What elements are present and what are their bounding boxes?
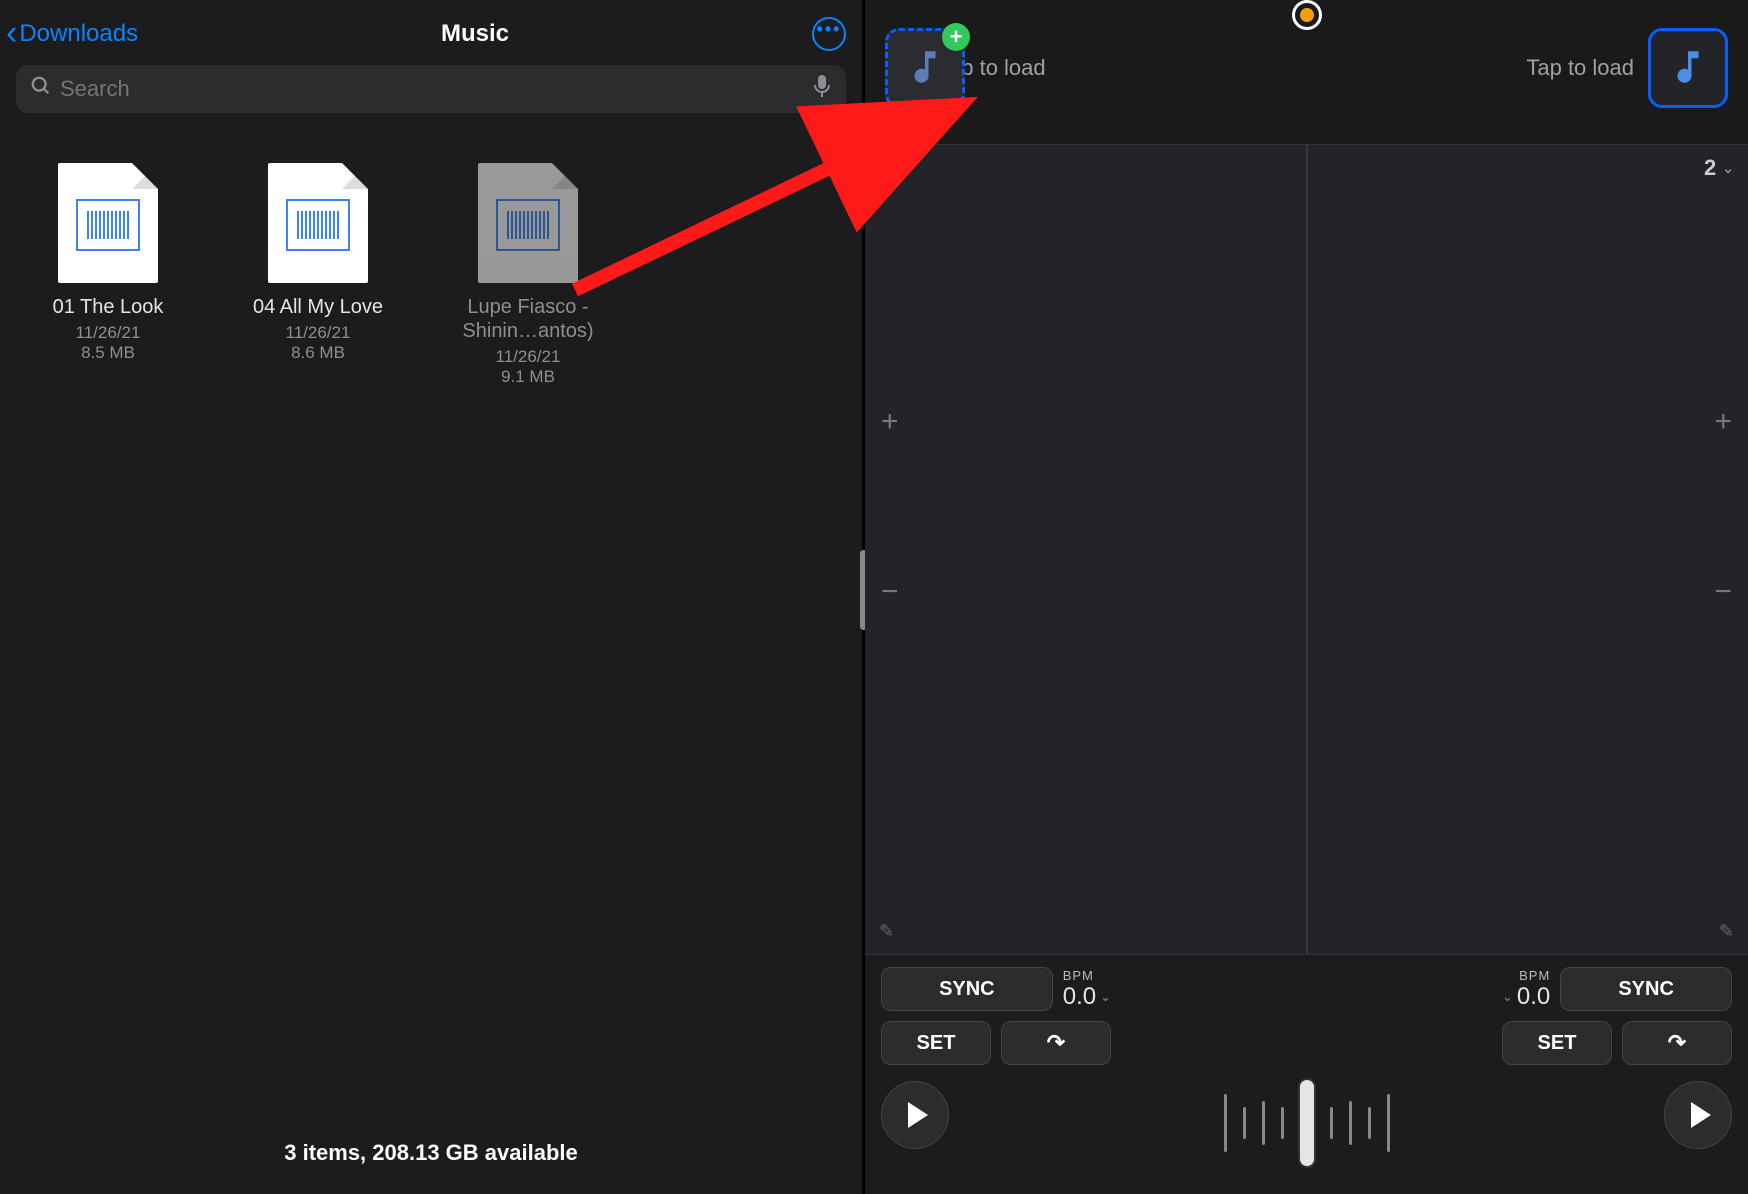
record-indicator-icon[interactable] — [1292, 0, 1322, 30]
zoom-in-icon[interactable]: + — [865, 405, 915, 439]
deck-a-load-button[interactable]: + — [885, 28, 965, 108]
audio-file-icon — [58, 163, 158, 283]
search-wrap — [0, 59, 862, 129]
sync-button[interactable]: SYNC — [1560, 967, 1732, 1011]
crossfader-tick — [1224, 1094, 1227, 1152]
chevron-down-icon: ⌄ — [897, 160, 909, 177]
bpm-value: 0.0 — [1517, 983, 1550, 1011]
sync-button[interactable]: SYNC — [881, 967, 1053, 1011]
files-pane: ‹ Downloads Music ••• 01 The Look 11/2 — [0, 0, 865, 1194]
deck-b-controls: BPM ⌄0.0 SYNC SET ↷ — [1502, 967, 1732, 1178]
crossfader-tick — [1387, 1094, 1390, 1152]
zoom-in-icon[interactable]: + — [1698, 405, 1748, 439]
redo-icon: ↷ — [1047, 1030, 1065, 1056]
file-date: 11/26/21 — [286, 323, 351, 343]
file-item[interactable]: 04 All My Love 11/26/21 8.6 MB — [228, 163, 408, 363]
ellipsis-icon: ••• — [817, 19, 842, 40]
tap-to-load-label: Tap to load — [1526, 55, 1634, 81]
chevron-down-icon: ⌄ — [1722, 160, 1734, 177]
crossfader-tick — [1243, 1107, 1246, 1139]
bpm-display[interactable]: BPM 0.0⌄ — [1063, 968, 1111, 1011]
redo-icon: ↷ — [1668, 1030, 1686, 1056]
set-cue-button[interactable]: SET — [1502, 1021, 1612, 1065]
deck-area: 1 ⌄ + − ✎ 2 ⌄ + − ✎ — [865, 144, 1748, 954]
microphone-icon[interactable] — [812, 74, 832, 104]
play-icon — [1691, 1102, 1711, 1128]
crossfader-tick — [1368, 1107, 1371, 1139]
edit-icon[interactable]: ✎ — [1705, 921, 1748, 942]
crossfader-tick — [1262, 1101, 1265, 1145]
chevron-left-icon: ‹ — [6, 14, 17, 53]
deck-b-load-button[interactable] — [1648, 28, 1728, 108]
audio-file-icon — [268, 163, 368, 283]
file-name: Lupe Fiasco - Shinin…antos) — [438, 295, 618, 343]
crossfader[interactable] — [1224, 1080, 1390, 1166]
dj-pane: + ap to load Tap to load 1 ⌄ + — [865, 0, 1748, 1194]
search-field[interactable] — [16, 65, 846, 113]
file-name: 04 All My Love — [253, 295, 383, 319]
loop-button[interactable]: ↷ — [1001, 1021, 1111, 1065]
play-button[interactable] — [881, 1081, 949, 1149]
chevron-down-icon: ⌄ — [1100, 989, 1111, 1005]
file-date: 11/26/21 — [76, 323, 141, 343]
deck-b-load-area: Tap to load — [1526, 28, 1728, 108]
chevron-down-icon: ⌄ — [1502, 989, 1513, 1005]
search-icon — [30, 75, 52, 103]
set-cue-button[interactable]: SET — [881, 1021, 991, 1065]
deck-b-header[interactable]: 2 ⌄ — [1308, 145, 1748, 191]
deck-a-load-area: + ap to load — [885, 28, 1046, 108]
file-date: 11/26/21 — [496, 347, 561, 367]
deck-a-controls: SYNC BPM 0.0⌄ SET ↷ — [881, 967, 1111, 1178]
back-label: Downloads — [19, 20, 138, 48]
more-options-button[interactable]: ••• — [812, 17, 846, 51]
file-size: 8.5 MB — [81, 343, 135, 363]
file-name: 01 The Look — [53, 295, 164, 319]
deck-a-header[interactable]: 1 ⌄ — [865, 145, 1306, 191]
file-size: 8.6 MB — [291, 343, 345, 363]
bpm-display[interactable]: BPM ⌄0.0 — [1502, 968, 1550, 1011]
search-input[interactable] — [60, 76, 812, 102]
file-item[interactable]: 01 The Look 11/26/21 8.5 MB — [18, 163, 198, 363]
file-grid: 01 The Look 11/26/21 8.5 MB 04 All My Lo… — [0, 129, 862, 421]
loop-button[interactable]: ↷ — [1622, 1021, 1732, 1065]
files-header: ‹ Downloads Music ••• — [0, 0, 862, 59]
zoom-out-icon[interactable]: − — [1698, 575, 1748, 609]
deck-number: 2 — [1704, 155, 1716, 181]
dj-top-bar: + ap to load Tap to load — [865, 0, 1748, 144]
play-button[interactable] — [1664, 1081, 1732, 1149]
files-status-footer: 3 items, 208.13 GB available — [0, 1140, 862, 1166]
crossfader-tick — [1330, 1107, 1333, 1139]
music-note-icon — [904, 46, 946, 91]
crossfader-tick — [1349, 1101, 1352, 1145]
zoom-out-icon[interactable]: − — [865, 575, 915, 609]
bpm-value: 0.0 — [1063, 983, 1096, 1011]
crossfader-thumb[interactable] — [1300, 1080, 1314, 1166]
audio-file-icon — [478, 163, 578, 283]
deck-a[interactable]: 1 ⌄ + − ✎ — [865, 145, 1306, 954]
deck-number: 1 — [879, 155, 891, 181]
file-size: 9.1 MB — [501, 367, 555, 387]
plus-badge-icon: + — [942, 23, 970, 51]
folder-title: Music — [138, 20, 812, 48]
file-item-dragging[interactable]: Lupe Fiasco - Shinin…antos) 11/26/21 9.1… — [438, 163, 618, 387]
play-icon — [908, 1102, 928, 1128]
crossfader-tick — [1281, 1107, 1284, 1139]
dj-controls: SYNC BPM 0.0⌄ SET ↷ BPM ⌄0.0 — [865, 954, 1748, 1194]
back-button[interactable]: ‹ Downloads — [6, 14, 138, 53]
edit-icon[interactable]: ✎ — [865, 921, 908, 942]
bpm-label: BPM — [1063, 968, 1094, 983]
music-note-icon — [1667, 46, 1709, 91]
bpm-label: BPM — [1519, 968, 1550, 983]
deck-b[interactable]: 2 ⌄ + − ✎ — [1308, 145, 1748, 954]
